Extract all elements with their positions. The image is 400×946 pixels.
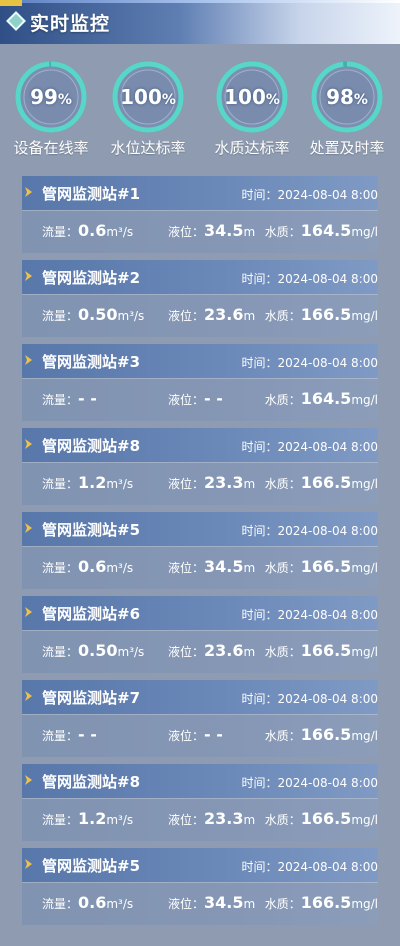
quality-metric: 水质：164.5mg/l <box>264 389 378 408</box>
station-card[interactable]: 管网监测站#1 时间：2024-08-04 8:00 流量：0.6m³/s 液位… <box>22 176 378 260</box>
level-metric: 液位：23.6m <box>168 305 256 324</box>
station-time: 时间：2024-08-04 8:00 <box>241 440 378 454</box>
station-time: 时间：2024-08-04 8:00 <box>241 524 378 538</box>
station-list: 管网监测站#1 时间：2024-08-04 8:00 流量：0.6m³/s 液位… <box>22 176 378 932</box>
chevron-right-icon <box>25 607 32 617</box>
quality-metric: 水质：166.5mg/l <box>264 473 378 492</box>
stat-label: 水质达标率 <box>214 139 290 157</box>
station-card[interactable]: 管网监测站#5 时间：2024-08-04 8:00 流量：0.6m³/s 液位… <box>22 848 378 932</box>
diamond-icon <box>6 11 26 31</box>
level-metric: 液位：23.6m <box>168 641 256 660</box>
level-metric: 液位：- - <box>168 725 223 744</box>
ring-gauge: 100% <box>215 60 289 134</box>
station-name: 管网监测站#7 <box>42 689 141 707</box>
flow-metric: 流量：0.50m³/s <box>42 641 145 660</box>
panel-header: 实时监控 <box>0 0 400 44</box>
station-card-header: 管网监测站#3 时间：2024-08-04 8:00 <box>22 344 378 378</box>
station-card[interactable]: 管网监测站#6 时间：2024-08-04 8:00 流量：0.50m³/s 液… <box>22 596 378 680</box>
stat-label: 处置及时率 <box>309 139 385 157</box>
station-time: 时间：2024-08-04 8:00 <box>241 188 378 202</box>
header-accent-line <box>0 0 400 3</box>
station-card-header: 管网监测站#8 时间：2024-08-04 8:00 <box>22 428 378 462</box>
flow-metric: 流量：1.2m³/s <box>42 809 134 828</box>
station-name: 管网监测站#1 <box>42 185 141 203</box>
ring-gauge: 99% <box>14 60 88 134</box>
ring-gauge: 100% <box>111 60 185 134</box>
flow-metric: 流量：- - <box>42 389 97 408</box>
level-metric: 液位：- - <box>168 389 223 408</box>
station-name: 管网监测站#2 <box>42 269 141 287</box>
level-metric: 液位：34.5m <box>168 893 256 912</box>
station-name: 管网监测站#6 <box>42 605 141 623</box>
station-card[interactable]: 管网监测站#2 时间：2024-08-04 8:00 流量：0.50m³/s 液… <box>22 260 378 344</box>
station-name: 管网监测站#8 <box>42 437 141 455</box>
station-card[interactable]: 管网监测站#8 时间：2024-08-04 8:00 流量：1.2m³/s 液位… <box>22 764 378 848</box>
chevron-right-icon <box>25 775 32 785</box>
chevron-right-icon <box>25 439 32 449</box>
station-card-header: 管网监测站#2 时间：2024-08-04 8:00 <box>22 260 378 294</box>
stat-water-level-rate: 100% 水位达标率 <box>100 60 196 158</box>
station-card-header: 管网监测站#6 时间：2024-08-04 8:00 <box>22 596 378 630</box>
station-card-header: 管网监测站#5 时间：2024-08-04 8:00 <box>22 848 378 882</box>
stat-value: 99% <box>30 85 72 109</box>
quality-metric: 水质：166.5mg/l <box>264 641 378 660</box>
station-card-header: 管网监测站#5 时间：2024-08-04 8:00 <box>22 512 378 546</box>
stat-value: 100% <box>224 85 280 109</box>
station-card[interactable]: 管网监测站#8 时间：2024-08-04 8:00 流量：1.2m³/s 液位… <box>22 428 378 512</box>
station-name: 管网监测站#5 <box>42 857 141 875</box>
station-time: 时间：2024-08-04 8:00 <box>241 776 378 790</box>
station-time: 时间：2024-08-04 8:00 <box>241 272 378 286</box>
flow-metric: 流量：0.6m³/s <box>42 557 134 576</box>
station-card[interactable]: 管网监测站#7 时间：2024-08-04 8:00 流量：- - 液位：- -… <box>22 680 378 764</box>
station-time: 时间：2024-08-04 8:00 <box>241 860 378 874</box>
flow-metric: 流量：0.6m³/s <box>42 893 134 912</box>
stat-online-rate: 99% 设备在线率 <box>3 60 99 158</box>
station-card-header: 管网监测站#7 时间：2024-08-04 8:00 <box>22 680 378 714</box>
chevron-right-icon <box>25 859 32 869</box>
quality-metric: 水质：166.5mg/l <box>264 557 378 576</box>
station-time: 时间：2024-08-04 8:00 <box>241 608 378 622</box>
chevron-right-icon <box>25 691 32 701</box>
quality-metric: 水质：166.5mg/l <box>264 725 378 744</box>
quality-metric: 水质：166.5mg/l <box>264 893 378 912</box>
quality-metric: 水质：164.5mg/l <box>264 221 378 240</box>
stat-value: 98% <box>326 85 368 109</box>
stat-label: 设备在线率 <box>13 139 89 157</box>
station-card[interactable]: 管网监测站#5 时间：2024-08-04 8:00 流量：0.6m³/s 液位… <box>22 512 378 596</box>
station-name: 管网监测站#8 <box>42 773 141 791</box>
level-metric: 液位：34.5m <box>168 221 256 240</box>
flow-metric: 流量：0.50m³/s <box>42 305 145 324</box>
chevron-right-icon <box>25 271 32 281</box>
flow-metric: 流量：1.2m³/s <box>42 473 134 492</box>
stat-label: 水位达标率 <box>110 139 186 157</box>
stat-water-quality-rate: 100% 水质达标率 <box>204 60 300 158</box>
level-metric: 液位：23.3m <box>168 809 256 828</box>
quality-metric: 水质：166.5mg/l <box>264 305 378 324</box>
station-time: 时间：2024-08-04 8:00 <box>241 692 378 706</box>
station-name: 管网监测站#3 <box>42 353 141 371</box>
station-card[interactable]: 管网监测站#3 时间：2024-08-04 8:00 流量：- - 液位：- -… <box>22 344 378 428</box>
chevron-right-icon <box>25 523 32 533</box>
station-card-header: 管网监测站#1 时间：2024-08-04 8:00 <box>22 176 378 210</box>
chevron-right-icon <box>25 187 32 197</box>
stat-value: 100% <box>120 85 176 109</box>
level-metric: 液位：34.5m <box>168 557 256 576</box>
station-name: 管网监测站#5 <box>42 521 141 539</box>
station-time: 时间：2024-08-04 8:00 <box>241 356 378 370</box>
flow-metric: 流量：0.6m³/s <box>42 221 134 240</box>
header-corner-mark <box>0 0 22 6</box>
ring-gauge: 98% <box>310 60 384 134</box>
flow-metric: 流量：- - <box>42 725 97 744</box>
stat-disposal-rate: 98% 处置及时率 <box>299 60 395 158</box>
chevron-right-icon <box>25 355 32 365</box>
level-metric: 液位：23.3m <box>168 473 256 492</box>
station-card-header: 管网监测站#8 时间：2024-08-04 8:00 <box>22 764 378 798</box>
quality-metric: 水质：166.5mg/l <box>264 809 378 828</box>
panel-title: 实时监控 <box>30 13 111 35</box>
stats-row: 99% 设备在线率 100% 水位达标率 100% 水质达标率 98% 处置及时… <box>0 60 400 160</box>
